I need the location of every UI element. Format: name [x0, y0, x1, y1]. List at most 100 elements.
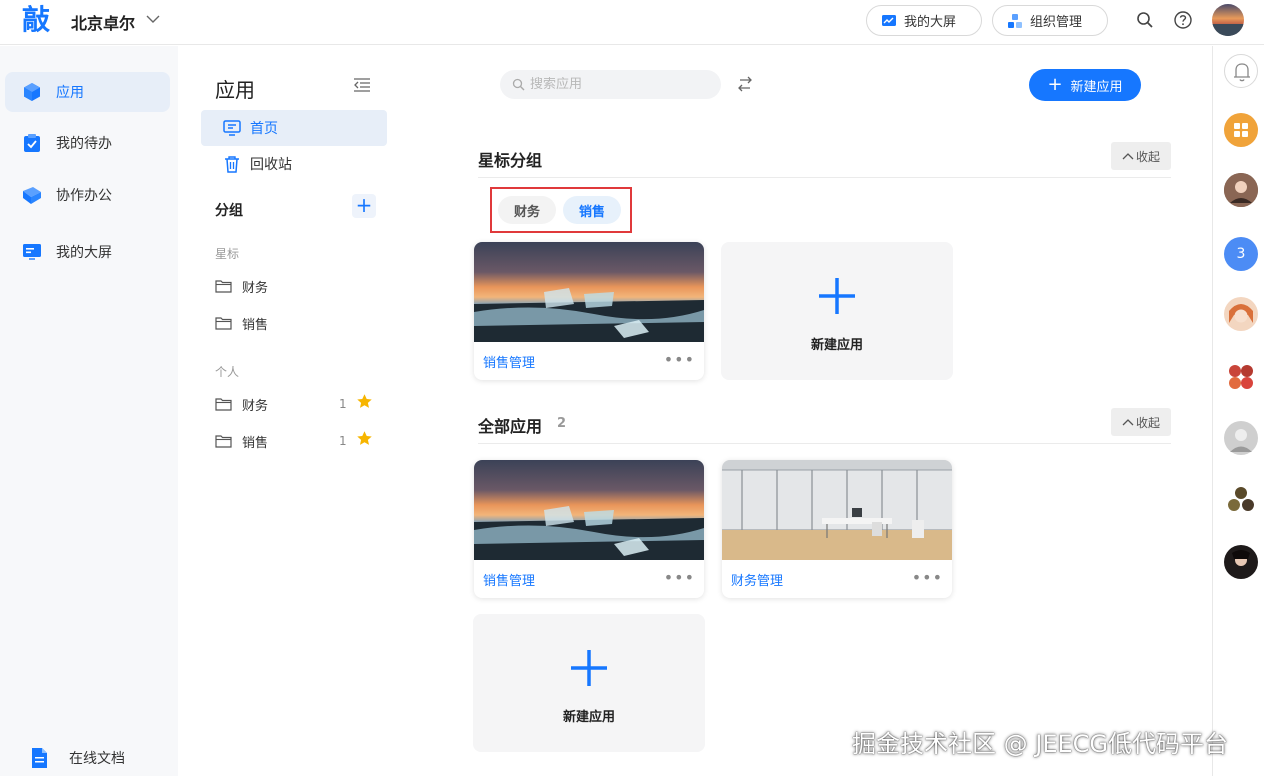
tag-sales[interactable]: 销售 — [563, 196, 622, 224]
collapse-label: 收起 — [1135, 415, 1160, 430]
swap-icon[interactable] — [736, 76, 754, 92]
search-input[interactable] — [530, 77, 700, 92]
nav-item-big-screen[interactable]: 我的大屏 — [5, 232, 170, 272]
collapse-menu-icon[interactable] — [353, 77, 371, 93]
starred-collapse-button[interactable]: 收起 — [1111, 142, 1171, 170]
contact-avatar[interactable] — [1224, 483, 1258, 517]
big-screen-button[interactable]: 我的大屏 — [866, 5, 982, 36]
document-icon — [32, 748, 47, 768]
app-card[interactable]: 销售管理 ••• — [474, 460, 704, 598]
all-section-title: 全部应用 — [478, 417, 543, 436]
org-manage-label: 组织管理 — [1030, 15, 1083, 30]
contact-avatar[interactable] — [1224, 173, 1258, 207]
folder-label: 财务 — [242, 280, 269, 296]
contact-avatar[interactable] — [1224, 545, 1258, 579]
add-group-button[interactable]: + — [352, 194, 376, 218]
panel-title: 应用 — [215, 78, 255, 102]
new-app-card[interactable]: 新建应用 — [721, 242, 953, 380]
card-cover-image — [474, 460, 704, 560]
top-bar: 敲 北京卓尔 我的大屏 组织管理 — [0, 0, 1264, 45]
group-heading: 分组 — [215, 203, 243, 219]
tag-highlight-box: 财务 销售 — [490, 187, 632, 233]
nav-item-apps[interactable]: 应用 — [5, 72, 170, 112]
org-name[interactable]: 北京卓尔 — [71, 10, 135, 34]
contact-avatar[interactable] — [1224, 297, 1258, 331]
user-avatar[interactable] — [1212, 4, 1244, 36]
nav-item-todo[interactable]: 我的待办 — [5, 123, 170, 163]
personal-folder-sales[interactable]: 销售 1 — [215, 430, 385, 452]
card-name: 销售管理 — [483, 574, 536, 589]
starred-heading: 星标 — [215, 247, 240, 261]
more-icon[interactable]: ••• — [912, 568, 943, 587]
star-icon[interactable] — [356, 393, 373, 410]
new-card-label: 新建应用 — [562, 710, 615, 725]
notification-button[interactable] — [1224, 54, 1258, 88]
new-app-card[interactable]: 新建应用 — [473, 614, 705, 752]
search-box[interactable] — [500, 70, 721, 99]
bell-icon — [1234, 63, 1250, 82]
new-app-button[interactable]: + 新建应用 — [1029, 69, 1141, 101]
personal-folder-finance[interactable]: 财务 1 — [215, 393, 385, 415]
all-section-count: 2 — [557, 416, 567, 431]
nav-label: 协作办公 — [56, 188, 112, 204]
panel-item-home[interactable]: 首页 — [201, 110, 387, 146]
personal-heading: 个人 — [215, 365, 240, 379]
right-rail: 3 — [1212, 46, 1264, 776]
nav-item-collab[interactable]: 协作办公 — [5, 175, 170, 215]
folder-label: 销售 — [242, 317, 269, 333]
folder-icon — [215, 317, 232, 330]
folder-label: 财务 — [242, 398, 269, 414]
panel-item-label: 回收站 — [250, 157, 292, 173]
plus-icon: + — [1047, 74, 1063, 95]
contact-avatar[interactable] — [1224, 360, 1258, 394]
chevron-up-icon — [1122, 153, 1134, 160]
folder-label: 销售 — [242, 435, 269, 451]
contact-avatar[interactable] — [1224, 421, 1258, 455]
nav-label: 在线文档 — [69, 751, 125, 767]
plus-icon — [819, 278, 855, 314]
main-content: + 新建应用 星标分组 收起 财务 销售 销售管理 ••• 新建应用 全部应用 … — [400, 46, 1212, 776]
chevron-up-icon — [1122, 419, 1134, 426]
chevron-down-icon[interactable] — [146, 12, 160, 26]
org-manage-button[interactable]: 组织管理 — [992, 5, 1108, 36]
left-nav: 应用 我的待办 协作办公 我的大屏 在线文档 — [0, 46, 178, 776]
contact-count-badge[interactable]: 3 — [1224, 237, 1258, 271]
star-icon[interactable] — [356, 430, 373, 447]
search-icon[interactable] — [1135, 10, 1155, 30]
new-card-label: 新建应用 — [810, 338, 863, 353]
card-name: 销售管理 — [483, 356, 536, 371]
monitor-chart-icon — [882, 14, 896, 26]
trash-icon — [225, 156, 239, 173]
nav-label: 我的大屏 — [56, 245, 112, 261]
divider — [478, 177, 1171, 178]
watermark-text: 掘金技术社区 @ JEECG低代码平台 — [852, 730, 1229, 758]
app-card[interactable]: 销售管理 ••• — [474, 242, 704, 380]
panel-item-label: 首页 — [250, 121, 278, 137]
grid-icon — [1234, 123, 1248, 137]
app-logo[interactable]: 敲 — [22, 3, 50, 37]
help-icon[interactable] — [1173, 10, 1193, 30]
app-panel: 应用 首页 回收站 分组 + 星标 财务 销售 个人 财务 1 销售 1 — [178, 46, 400, 776]
starred-section-title: 星标分组 — [478, 151, 543, 170]
folder-count: 1 — [339, 397, 347, 411]
plus-icon — [571, 650, 607, 686]
starred-folder-finance[interactable]: 财务 — [215, 275, 385, 297]
big-screen-label: 我的大屏 — [904, 15, 957, 30]
panel-item-recycle-bin[interactable]: 回收站 — [201, 146, 387, 182]
nav-item-online-docs[interactable]: 在线文档 — [12, 738, 177, 776]
more-icon[interactable]: ••• — [664, 568, 695, 587]
collab-icon — [23, 187, 41, 204]
starred-folder-sales[interactable]: 销售 — [215, 312, 385, 334]
rail-app-grid[interactable] — [1224, 113, 1258, 147]
more-icon[interactable]: ••• — [664, 350, 695, 369]
tag-finance[interactable]: 财务 — [498, 196, 557, 224]
folder-icon — [215, 398, 232, 411]
all-collapse-button[interactable]: 收起 — [1111, 408, 1171, 436]
app-card[interactable]: 财务管理 ••• — [722, 460, 952, 598]
nav-label: 我的待办 — [56, 136, 112, 152]
cube-icon — [24, 83, 40, 101]
clipboard-check-icon — [24, 134, 40, 152]
org-blocks-icon — [1008, 13, 1022, 28]
divider — [478, 443, 1171, 444]
new-app-label: 新建应用 — [1070, 79, 1123, 95]
